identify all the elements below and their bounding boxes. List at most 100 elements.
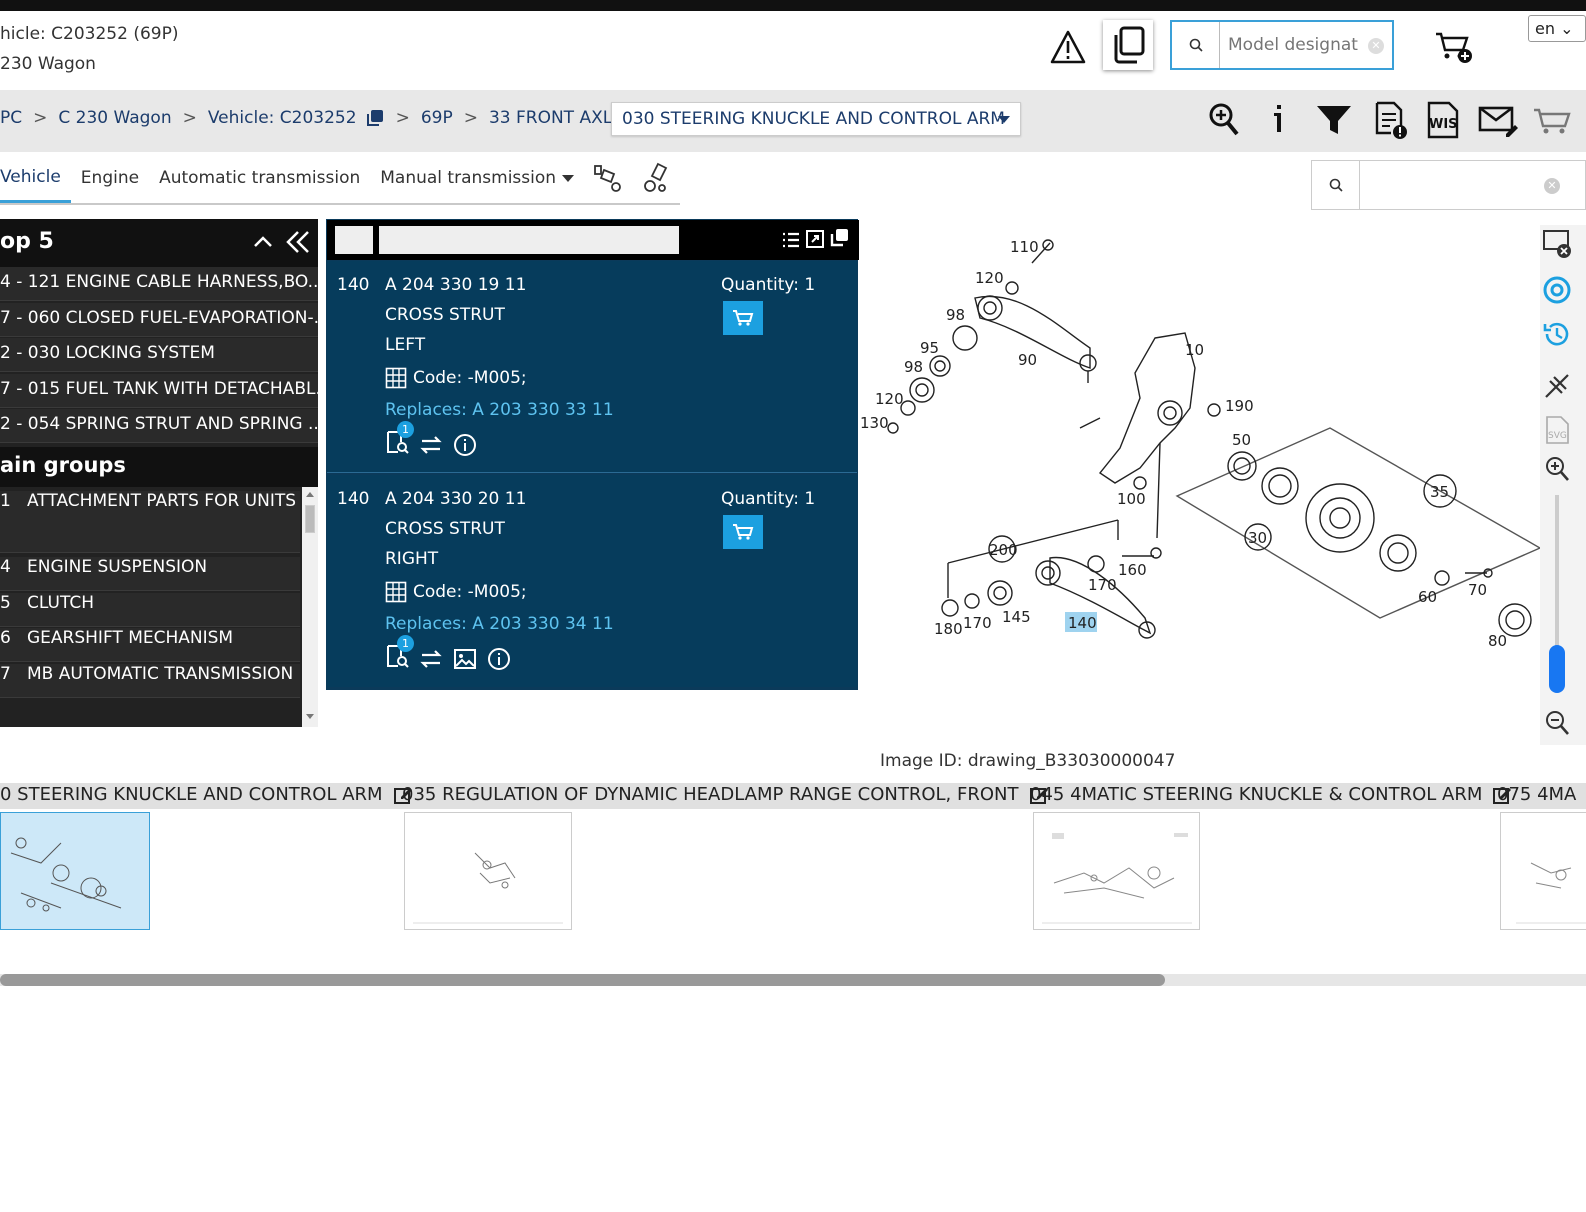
main-groups-scrollbar[interactable] (302, 487, 318, 727)
expand-icon[interactable] (805, 229, 825, 249)
close-view-icon[interactable] (1542, 229, 1572, 259)
info-circle-icon[interactable] (487, 647, 511, 671)
subgroup-title[interactable]: 0 STEERING KNUCKLE AND CONTROL ARM (0, 784, 413, 805)
subgroup-thumbnail[interactable] (1033, 812, 1200, 930)
main-group-item[interactable]: 7 MB AUTOMATIC TRANSMISSION (0, 664, 300, 698)
cart-icon[interactable] (1534, 100, 1572, 140)
scrollbar-thumb[interactable] (0, 974, 1165, 986)
history-icon[interactable] (1542, 319, 1572, 349)
breadcrumb-item-pc[interactable]: PC (0, 108, 22, 128)
add-to-cart-button[interactable] (723, 515, 763, 549)
main-group-item[interactable]: 1 ATTACHMENT PARTS FOR UNITS (0, 491, 300, 553)
document-alert-icon[interactable] (1373, 100, 1411, 140)
mail-icon[interactable] (1478, 100, 1518, 140)
copy-icon[interactable] (365, 108, 385, 128)
image-icon[interactable] (453, 647, 477, 671)
main-group-item[interactable]: 4 ENGINE SUSPENSION (0, 557, 300, 591)
collapse-left-icon[interactable] (284, 229, 312, 255)
callout-label[interactable]: 30 (1248, 529, 1267, 547)
svg-export-icon[interactable]: SVG (1544, 415, 1572, 445)
breadcrumb-item-series[interactable]: 69P (421, 108, 453, 128)
subgroup-title[interactable]: 035 REGULATION OF DYNAMIC HEADLAMP RANGE… (402, 784, 1049, 805)
subgroup-dropdown[interactable]: 030 STEERING KNUCKLE AND CONTROL ARM (611, 102, 1021, 136)
callout-label[interactable]: 120 (975, 269, 1004, 287)
parts-filter-field[interactable] (335, 226, 373, 254)
exploded-parts-drawing[interactable]: 110 120 98 95 98 90 10 120 130 190 50 10… (860, 228, 1540, 668)
top5-item[interactable]: 4 - 121 ENGINE CABLE HARNESS,BO... (0, 267, 318, 301)
tab-parts-tool[interactable] (584, 153, 632, 203)
callout-label[interactable]: 80 (1488, 632, 1507, 650)
callout-label[interactable]: 90 (1018, 351, 1037, 369)
model-search-button[interactable] (1172, 22, 1220, 68)
zoom-in-icon[interactable] (1206, 100, 1244, 140)
list-view-icon[interactable] (781, 230, 801, 250)
callout-label[interactable]: 130 (860, 414, 889, 432)
callout-label[interactable]: 10 (1185, 341, 1204, 359)
callout-label[interactable]: 95 (920, 339, 939, 357)
callout-label[interactable]: 180 (934, 620, 963, 638)
breadcrumb-item-vehicle[interactable]: Vehicle: C203252 (208, 108, 357, 128)
zoom-slider-handle[interactable] (1549, 645, 1565, 693)
model-search-input[interactable] (1228, 30, 1358, 60)
cart-add-icon[interactable] (1434, 30, 1474, 66)
callout-label[interactable]: 160 (1118, 561, 1147, 579)
horizontal-scrollbar[interactable] (0, 974, 1586, 986)
replaces-link[interactable]: Replaces: A 203 330 33 11 (385, 400, 614, 420)
info-circle-icon[interactable] (453, 433, 477, 457)
subgroup-title[interactable]: 075 4MA (1497, 784, 1586, 805)
target-icon[interactable] (1542, 275, 1572, 305)
parts-search-button[interactable] (1312, 161, 1360, 209)
subgroup-thumbnail[interactable] (0, 812, 150, 930)
main-group-item[interactable]: 5 CLUTCH (0, 593, 300, 627)
top5-item[interactable]: 2 - 054 SPRING STRUT AND SPRING ... (0, 409, 318, 443)
callout-label[interactable]: 145 (1002, 608, 1031, 626)
filter-icon[interactable] (1315, 100, 1353, 140)
popout-icon[interactable] (828, 227, 850, 249)
parts-text-filter[interactable] (379, 226, 679, 254)
tab-vehicle[interactable]: Vehicle (0, 153, 71, 203)
tab-manual-transmission[interactable]: Manual transmission (370, 153, 584, 203)
wis-icon[interactable]: WIS (1425, 100, 1463, 140)
breadcrumb-item-model[interactable]: C 230 Wagon (58, 108, 171, 128)
callout-label[interactable]: 200 (989, 541, 1018, 559)
callout-label[interactable]: 100 (1117, 490, 1146, 508)
main-group-item[interactable]: 6 GEARSHIFT MECHANISM (0, 628, 300, 662)
callout-label[interactable]: 50 (1232, 431, 1251, 449)
info-icon[interactable] (1262, 100, 1300, 140)
document-search-icon[interactable]: 1 (385, 635, 414, 674)
callout-label-highlighted[interactable]: 140 (1068, 614, 1097, 632)
zoom-out-icon[interactable] (1544, 709, 1570, 737)
document-search-icon[interactable]: 1 (385, 421, 414, 460)
tab-special-tools[interactable] (632, 153, 680, 203)
callout-label[interactable]: 98 (904, 358, 923, 376)
add-to-cart-button[interactable] (723, 301, 763, 335)
callout-label[interactable]: 98 (946, 306, 965, 324)
callout-label[interactable]: 70 (1468, 581, 1487, 599)
breadcrumb-item-group[interactable]: 33 FRONT AXLE (489, 108, 623, 128)
callout-label[interactable]: 120 (875, 390, 904, 408)
callout-label[interactable]: 170 (963, 614, 992, 632)
subgroup-title[interactable]: 045 4MATIC STEERING KNUCKLE & CONTROL AR… (1030, 784, 1512, 805)
callout-label[interactable]: 60 (1418, 588, 1437, 606)
replaces-link[interactable]: Replaces: A 203 330 34 11 (385, 614, 614, 634)
part-row[interactable]: 140 A 204 330 19 11 CROSS STRUT LEFT Cod… (327, 261, 857, 473)
part-row[interactable]: 140 A 204 330 20 11 CROSS STRUT RIGHT Co… (327, 475, 857, 687)
callout-label[interactable]: 35 (1430, 483, 1449, 501)
hide-pins-icon[interactable] (1542, 371, 1572, 401)
scrollbar-thumb[interactable] (305, 505, 315, 533)
chevron-up-icon[interactable] (252, 233, 274, 249)
callout-label[interactable]: 190 (1225, 397, 1254, 415)
tab-automatic-transmission[interactable]: Automatic transmission (149, 153, 370, 203)
subgroup-thumbnail[interactable] (1500, 812, 1586, 930)
callout-label[interactable]: 110 (1010, 238, 1039, 256)
language-select[interactable]: en ⌄ (1528, 15, 1586, 42)
top5-item[interactable]: 7 - 015 FUEL TANK WITH DETACHABL... (0, 374, 318, 408)
clear-icon[interactable]: ✕ (1544, 178, 1560, 194)
top5-item[interactable]: 7 - 060 CLOSED FUEL-EVAPORATION-... (0, 303, 318, 337)
subgroup-thumbnail[interactable] (404, 812, 572, 930)
callout-label[interactable]: 170 (1088, 576, 1117, 594)
clear-icon[interactable]: ✕ (1368, 38, 1384, 54)
zoom-in-icon[interactable] (1544, 455, 1570, 483)
top5-item[interactable]: 2 - 030 LOCKING SYSTEM (0, 338, 318, 372)
warning-icon[interactable] (1050, 30, 1086, 64)
